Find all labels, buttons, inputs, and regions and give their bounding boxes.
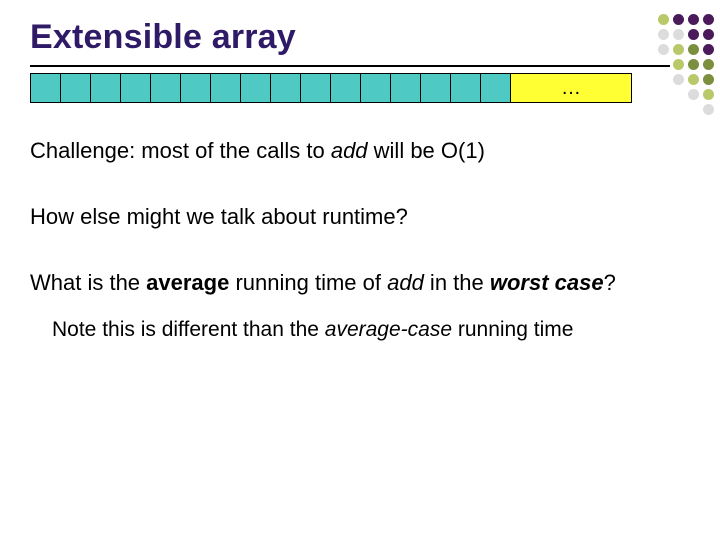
array-cells xyxy=(31,74,511,102)
text-italic-add: add xyxy=(331,138,368,163)
text: in the xyxy=(424,270,490,295)
text: running time of xyxy=(229,270,387,295)
array-cell xyxy=(211,74,241,102)
dot-icon xyxy=(673,74,684,85)
dot-icon xyxy=(688,44,699,55)
array-cell xyxy=(481,74,511,102)
text: Note this is different than the xyxy=(52,318,325,341)
dot-icon xyxy=(658,29,669,40)
dot-icon xyxy=(688,89,699,100)
array-cell xyxy=(151,74,181,102)
paragraph-note: Note this is different than the average-… xyxy=(52,317,650,344)
array-cell xyxy=(271,74,301,102)
title-underline xyxy=(30,65,670,67)
text-italic-average-case: average-case xyxy=(325,318,452,341)
array-cell xyxy=(121,74,151,102)
corner-decoration xyxy=(658,14,714,115)
text: ? xyxy=(604,270,616,295)
array-cell xyxy=(301,74,331,102)
dot-icon xyxy=(688,59,699,70)
slide: Extensible array … Challenge: most of th… xyxy=(0,0,720,540)
body-text: Challenge: most of the calls to add will… xyxy=(30,137,690,344)
array-cell xyxy=(31,74,61,102)
dot-icon xyxy=(703,14,714,25)
dot-icon xyxy=(658,14,669,25)
text-bold-italic-worst-case: worst case xyxy=(490,270,604,295)
dot-icon xyxy=(673,44,684,55)
dot-icon xyxy=(703,104,714,115)
dot-icon xyxy=(673,29,684,40)
slide-title: Extensible array xyxy=(30,18,690,57)
array-cell xyxy=(61,74,91,102)
text-italic-add: add xyxy=(387,270,424,295)
dot-icon xyxy=(703,59,714,70)
array-diagram: … xyxy=(30,73,632,103)
array-cell xyxy=(91,74,121,102)
array-cell xyxy=(241,74,271,102)
dot-icon xyxy=(703,29,714,40)
dot-icon xyxy=(673,14,684,25)
paragraph-challenge: Challenge: most of the calls to add will… xyxy=(30,137,650,165)
array-cell xyxy=(361,74,391,102)
dot-icon xyxy=(658,44,669,55)
paragraph-question-runtime: How else might we talk about runtime? xyxy=(30,203,650,231)
text-bold-average: average xyxy=(146,270,229,295)
dot-icon xyxy=(703,74,714,85)
text: What is the xyxy=(30,270,146,295)
paragraph-average-worst: What is the average running time of add … xyxy=(30,269,650,297)
array-cell xyxy=(331,74,361,102)
array-cell xyxy=(421,74,451,102)
dot-icon xyxy=(703,89,714,100)
array-cell xyxy=(181,74,211,102)
dot-icon xyxy=(703,44,714,55)
dot-icon xyxy=(688,14,699,25)
text: will be O(1) xyxy=(368,138,485,163)
dot-icon xyxy=(688,29,699,40)
array-more: … xyxy=(511,74,631,102)
text: running time xyxy=(452,318,573,341)
text: Challenge: most of the calls to xyxy=(30,138,331,163)
dot-icon xyxy=(673,59,684,70)
array-cell xyxy=(451,74,481,102)
dot-icon xyxy=(688,74,699,85)
array-cell xyxy=(391,74,421,102)
